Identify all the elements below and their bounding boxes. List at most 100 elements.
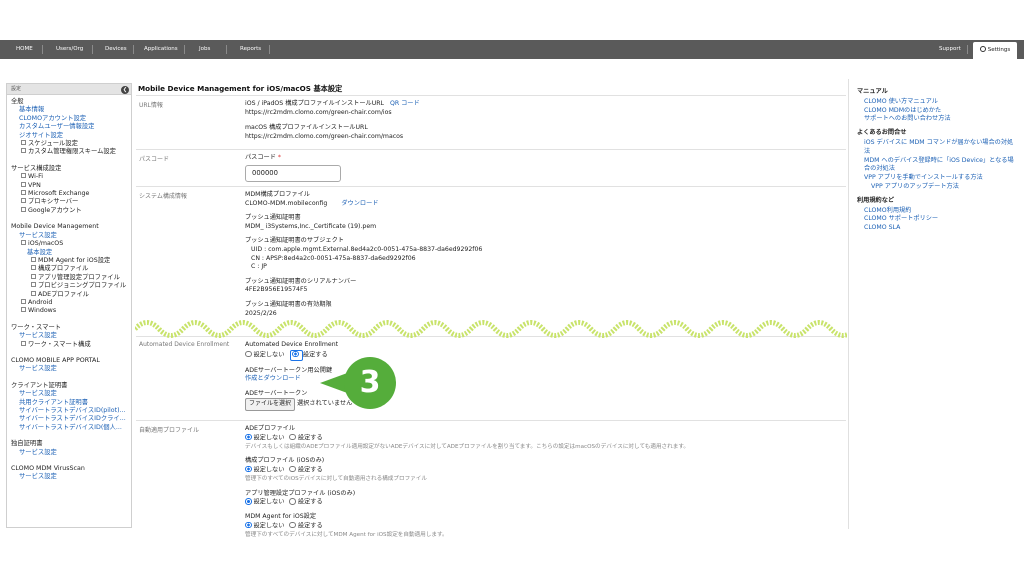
sidebar-item-ios-macos[interactable]: iOS/macOS	[11, 240, 127, 248]
expand-icon[interactable]	[21, 181, 26, 187]
settings-sidebar: 設定 ❮ 全般 基本情報 CLOMOアカウント設定 カスタムユーザー情報設定 ジ…	[6, 83, 132, 528]
faq-link[interactable]: MDM へのデバイス登録時に「iOS Device」となる場合の対処法	[857, 157, 1017, 175]
step-3-callout: 3	[344, 357, 396, 409]
gear-icon	[979, 46, 986, 52]
ios-url-value: https://rc2mdm.clomo.com/green-chair.com…	[245, 108, 392, 116]
sidebar-item-own-cert-service[interactable]: サービス設定	[11, 449, 127, 457]
collapse-icon[interactable]	[21, 240, 26, 246]
ade-profile-off-radio[interactable]	[245, 433, 252, 441]
sidebar-item-proxy[interactable]: プロキシサーバー	[11, 198, 127, 206]
sidebar-item-cc-trust-personal[interactable]: サイバートラストデバイスID(個人...	[11, 424, 127, 432]
sidebar-item-ws-config[interactable]: ワーク・スマート構成	[11, 340, 127, 349]
expand-icon[interactable]	[21, 173, 26, 179]
app-profile-on-radio[interactable]	[289, 498, 296, 505]
sidebar-item-clomo-account[interactable]: CLOMOアカウント設定	[11, 115, 127, 123]
subject-cn: CN : APSP:8ed4a2c0-0051-475a-8837-da6ed9…	[251, 254, 416, 262]
sidebar-item-label: Googleアカウント	[28, 206, 82, 214]
nav-users-org[interactable]: Users/Org	[56, 40, 83, 59]
download-link[interactable]: ダウンロード	[341, 200, 378, 207]
sidebar-item-cc-service[interactable]: サービス設定	[11, 390, 127, 398]
ade-on-radio[interactable]	[292, 350, 299, 358]
ade-on-highlight	[290, 349, 303, 361]
nav-separator	[967, 45, 968, 54]
app-profile-off-radio[interactable]	[245, 498, 252, 505]
passcode-label: パスコード	[139, 156, 170, 163]
sidebar-item-mdm-service[interactable]: サービス設定	[11, 232, 127, 240]
option-label: 設定しない	[253, 434, 285, 442]
sidebar-item-ws-service[interactable]: サービス設定	[11, 332, 127, 340]
option-label: 設定する	[297, 522, 323, 530]
sidebar-item-provisioning[interactable]: プロビジョニングプロファイル	[11, 282, 127, 290]
sidebar-item-custom-permission[interactable]: カスタム管理権限スキーム設定	[11, 148, 127, 156]
config-profile-on-radio[interactable]	[289, 465, 296, 473]
nav-support[interactable]: Support	[939, 40, 961, 59]
manual-link[interactable]: CLOMO 使い方マニュアル	[857, 98, 1017, 107]
sidebar-item-site-settings[interactable]: ジオサイト設定	[11, 132, 127, 140]
help-panel: マニュアル CLOMO 使い方マニュアル CLOMO MDMのはじめかた サポー…	[848, 79, 1024, 529]
sidebar-item-cc-shared[interactable]: 共用クライアント証明書	[11, 399, 127, 407]
sidebar-item-label: ADEプロファイル	[38, 290, 89, 298]
faq-link[interactable]: iOS デバイスに MDM コマンドが届かない場合の対処法	[857, 139, 1017, 157]
passcode-row: パスコード パスコード * 000000	[136, 149, 846, 186]
sidebar-item-label: プロビジョニングプロファイル	[38, 282, 127, 290]
expand-icon[interactable]	[21, 340, 26, 346]
macos-url-value: https://rc2mdm.clomo.com/green-chair.com…	[245, 132, 404, 140]
expand-icon[interactable]	[31, 273, 36, 279]
sidebar-item-portal-service[interactable]: サービス設定	[11, 365, 127, 373]
sidebar-item-vpn[interactable]: VPN	[11, 181, 127, 190]
nav-applications[interactable]: Applications	[144, 40, 178, 59]
sidebar-item-basic-info[interactable]: 基本情報	[11, 106, 127, 114]
sidebar-item-android[interactable]: Android	[11, 298, 127, 307]
sidebar-item-google[interactable]: Googleアカウント	[11, 206, 127, 215]
expand-icon[interactable]	[31, 290, 36, 296]
faq-link[interactable]: VPP アプリを手動でインストールする方法	[857, 174, 1017, 183]
sidebar-item-vs-service[interactable]: サービス設定	[11, 473, 127, 481]
expand-icon[interactable]	[21, 148, 26, 154]
sidebar-item-ade-profile[interactable]: ADEプロファイル	[11, 290, 127, 299]
sidebar-section-worksmart: ワーク・スマート	[11, 323, 62, 331]
qr-code-link[interactable]: QR コード	[390, 100, 420, 107]
sidebar-item-config-profile[interactable]: 構成プロファイル	[11, 265, 127, 273]
expand-icon[interactable]	[21, 190, 26, 196]
nav-home[interactable]: HOME	[16, 40, 33, 59]
sidebar-header: 設定 ❮	[7, 84, 131, 95]
expand-icon[interactable]	[31, 265, 36, 271]
nav-reports[interactable]: Reports	[240, 40, 261, 59]
config-profile-off-radio[interactable]	[245, 465, 252, 473]
ade-off-radio[interactable]	[245, 350, 252, 358]
sidebar-item-custom-user[interactable]: カスタムユーザー情報設定	[11, 123, 127, 131]
passcode-input[interactable]: 000000	[245, 164, 341, 182]
url-info-row: URL情報 iOS / iPadOS 構成プロファイルインストールURL QR コ…	[136, 95, 846, 149]
expand-icon[interactable]	[31, 256, 36, 262]
mdm-agent-on-radio[interactable]	[289, 521, 296, 529]
expand-icon[interactable]	[21, 206, 26, 212]
support-contact-link[interactable]: サポートへのお問い合わせ方法	[857, 115, 1017, 124]
sidebar-item-cc-trust-client[interactable]: サイバートラストデバイスIDクライ...	[11, 415, 127, 423]
expand-icon[interactable]	[21, 307, 26, 313]
sidebar-item-ios-basic[interactable]: 基本設定	[11, 249, 127, 257]
sidebar-item-label: アプリ管理設定プロファイル	[38, 273, 120, 281]
mdm-agent-off-radio[interactable]	[245, 521, 252, 529]
nav-settings-label: Settings	[987, 47, 1011, 53]
sidebar-item-windows[interactable]: Windows	[11, 307, 127, 315]
expand-icon[interactable]	[21, 140, 26, 146]
expand-icon[interactable]	[31, 282, 36, 288]
mdm-profile-title: MDM構成プロファイル	[245, 191, 310, 198]
ade-profile-on-radio[interactable]	[289, 433, 296, 441]
sidebar-item-wifi[interactable]: Wi-Fi	[11, 173, 127, 181]
sidebar-item-app-profile[interactable]: アプリ管理設定プロファイル	[11, 273, 127, 282]
sidebar-item-label: ワーク・スマート構成	[28, 340, 91, 348]
nav-jobs[interactable]: Jobs	[199, 40, 210, 59]
expiry-value: 2025/2/26	[245, 309, 277, 317]
system-config-label: システム構成情報	[139, 193, 187, 200]
nav-devices[interactable]: Devices	[105, 40, 127, 59]
collapse-sidebar-icon[interactable]: ❮	[121, 85, 129, 94]
nav-settings-tab[interactable]: Settings	[973, 42, 1017, 59]
choose-file-button[interactable]: ファイルを選択	[245, 398, 296, 412]
expand-icon[interactable]	[21, 298, 26, 304]
sla-link[interactable]: CLOMO SLA	[857, 224, 1017, 233]
mdm-agent-title: MDM Agent for iOS設定	[245, 513, 317, 521]
support-policy-link[interactable]: CLOMO サポートポリシー	[857, 215, 1017, 224]
expand-icon[interactable]	[21, 198, 26, 204]
faq-link[interactable]: VPP アプリのアップデート方法	[857, 183, 1017, 192]
